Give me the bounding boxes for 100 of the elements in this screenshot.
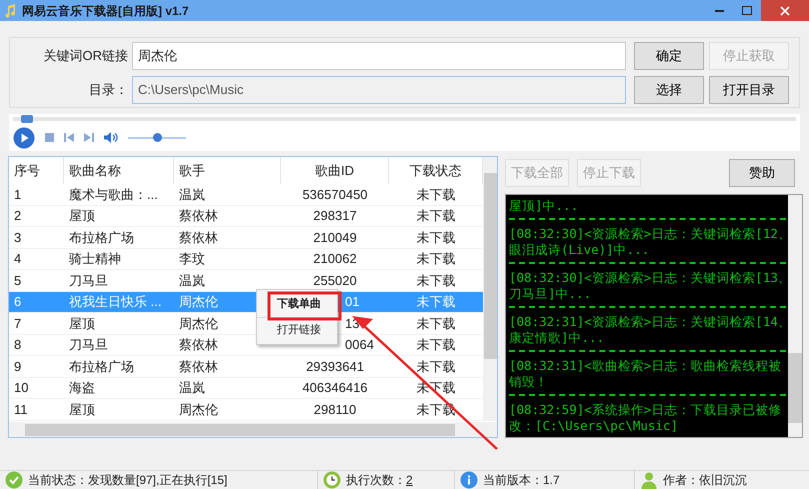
table-cell-text: 406346416	[301, 379, 369, 397]
table-cell-text: 210062	[312, 250, 358, 268]
table-cell-text: 11	[13, 400, 28, 418]
table-cell-text: 2	[13, 207, 22, 225]
table-cell-text: 未下载	[416, 293, 456, 311]
window-title: 网易云音乐下载器[自用版] v1.7	[22, 2, 189, 20]
status-text: 当前状态：发现数量[97],正在执行[15]	[28, 472, 228, 489]
close-button[interactable]	[761, 0, 809, 21]
log-entry: [08:32:31]<歌曲检索>日志：歌曲检索线程被 销毁！	[509, 357, 782, 390]
log-entry: [08:32:30]<资源检索>日志：关键词检索[13、 刀马旦]中...	[509, 269, 786, 302]
table-cell-text: 未下载	[416, 250, 456, 268]
table-cell-text: 10	[13, 379, 30, 397]
table-cell-text: 魔术与歌曲：...	[68, 186, 159, 204]
table-row[interactable]: 4 骑士精神 李玟 210062 未下载	[9, 248, 483, 270]
table-cell-text: 255020	[312, 272, 358, 290]
music-note-icon	[4, 4, 16, 18]
table-row[interactable]: 3 布拉格广场 蔡依林 210049 未下载	[9, 227, 483, 248]
table-cell-text: 536570450	[301, 186, 369, 204]
table-cell-text: 蔡依林	[178, 336, 219, 354]
table-cell-text: 6	[13, 293, 22, 311]
status-text: 当前版本：1.7	[483, 472, 560, 489]
table-cell-text: 未下载	[416, 228, 456, 246]
column-header[interactable]: 序号	[9, 157, 64, 184]
table-cell-text: 祝我生日快乐 ...	[68, 293, 162, 311]
keyword-field[interactable]: 周杰伦	[132, 42, 626, 70]
minimize-icon	[714, 10, 724, 12]
button[interactable]: 确定	[634, 42, 704, 70]
table-cell-text: 4	[13, 250, 22, 268]
volume-thumb[interactable]	[153, 132, 162, 142]
table-cell-text: 9	[13, 358, 22, 376]
directory-field[interactable]: C:\Users\pc\Music	[132, 76, 626, 104]
table-cell-text: 海盗	[68, 379, 96, 397]
table-cell-text: 屋顶	[68, 400, 96, 418]
scrollbar-thumb[interactable]	[788, 353, 802, 423]
next-icon[interactable]	[84, 133, 94, 142]
field-label: 关键词OR链接	[42, 47, 129, 66]
table-cell-text: 7	[13, 314, 22, 332]
table-cell-text: 蔡依林	[178, 207, 219, 225]
status-value: 2	[406, 472, 413, 489]
log-scrollbar[interactable]	[788, 195, 802, 437]
table-cell-text: 李玟	[178, 250, 206, 268]
button[interactable]: 选择	[634, 76, 704, 104]
column-header[interactable]: 歌手	[174, 157, 281, 184]
log-entry: 屋顶]中...	[509, 197, 580, 214]
table-cell-text: 温岚	[178, 186, 206, 204]
table-cell-text: 温岚	[178, 379, 206, 397]
scrollbar-thumb[interactable]	[484, 173, 496, 359]
menu-item[interactable]: 下载单曲	[257, 292, 337, 318]
button[interactable]: 打开目录	[709, 76, 789, 104]
table-cell-text: 未下载	[416, 314, 456, 332]
field-label: 目录：	[88, 81, 129, 100]
table-cell-text: 5	[13, 272, 22, 290]
table-row[interactable]: 1 魔术与歌曲：... 温岚 536570450 未下载	[9, 184, 483, 206]
horizontal-scrollbar[interactable]	[9, 422, 497, 437]
table-cell-text: 周杰伦	[178, 314, 219, 332]
table-cell-text: 298317	[312, 207, 358, 225]
table-cell-text: 屋顶	[68, 314, 96, 332]
column-header[interactable]: 歌曲名称	[64, 157, 174, 184]
seek-thumb[interactable]	[20, 115, 33, 123]
table-cell-text: 周杰伦	[178, 400, 219, 418]
vertical-scrollbar[interactable]	[483, 157, 497, 421]
table-cell-text: 8	[13, 336, 22, 354]
previous-icon[interactable]	[64, 133, 74, 142]
table-cell-text: 01	[345, 293, 360, 311]
table-cell-text: 屋顶	[68, 207, 96, 225]
table-cell-text: 布拉格广场	[68, 228, 135, 246]
status-text: 执行次数：	[346, 472, 406, 489]
scrollbar-thumb[interactable]	[25, 424, 455, 436]
table-cell-text: 1	[13, 186, 22, 204]
table-cell-text: 未下载	[416, 358, 456, 376]
volume-icon[interactable]	[104, 132, 118, 143]
person-icon	[640, 471, 658, 489]
status-text: 作者：依旧沉沉	[663, 472, 747, 489]
table-row[interactable]: 2 屋顶 蔡依林 298317 未下载	[9, 206, 483, 227]
table-row[interactable]: 9 布拉格广场 蔡依林 29393641 未下载	[9, 356, 483, 378]
table-cell-text: 未下载	[416, 272, 456, 290]
log-entry: [08:32:59]<系统操作>日志：下载目录已被修 改：[C:\Users\pc\Music]	[509, 401, 782, 434]
table-cell-text: 骑士精神	[68, 250, 122, 268]
table-cell-text: 刀马旦	[68, 336, 109, 354]
table-cell-text: 未下载	[416, 336, 456, 354]
log-entry: [08:32:30]<资源检索>日志：关键词检索[12、 眼泪成诗(Live)]中...	[509, 225, 786, 258]
table-cell-text: 3	[13, 228, 22, 246]
column-header[interactable]: 歌曲ID	[281, 157, 389, 184]
clock-icon	[323, 471, 341, 489]
table-cell-text: 温岚	[178, 272, 206, 290]
table-cell-text: 未下载	[416, 186, 456, 204]
table-cell-text: 蔡依林	[178, 228, 219, 246]
table-cell-text: 蔡依林	[178, 358, 219, 376]
table-cell-text: 0064	[345, 336, 374, 354]
play-icon[interactable]	[13, 126, 35, 148]
table-cell-text: 刀马旦	[68, 272, 109, 290]
table-cell-text: 周杰伦	[178, 293, 219, 311]
button[interactable]: 赞助	[729, 159, 795, 187]
close-icon	[780, 6, 790, 16]
maximize-icon	[742, 6, 752, 15]
table-cell-text: 未下载	[416, 207, 456, 225]
check-icon	[5, 471, 23, 489]
info-icon	[460, 471, 478, 489]
table-cell-text: 29393641	[305, 358, 365, 376]
log-entry: [08:32:31]<资源检索>日志：关键词检索[14、 康定情歌]中...	[509, 313, 786, 346]
